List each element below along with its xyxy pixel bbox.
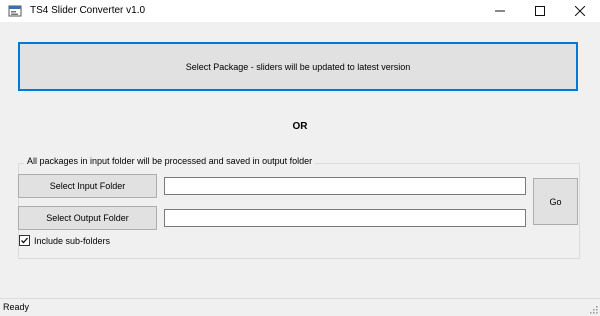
include-subfolders-checkbox[interactable] <box>19 235 30 246</box>
minimize-button[interactable] <box>480 0 520 22</box>
main-panel: Select Package - sliders will be updated… <box>0 22 600 298</box>
maximize-icon <box>535 6 545 16</box>
status-text: Ready <box>3 302 30 312</box>
close-button[interactable] <box>560 0 600 22</box>
output-folder-field[interactable] <box>164 209 526 227</box>
close-icon <box>575 6 585 16</box>
status-bar: Ready <box>0 298 600 316</box>
title-bar[interactable]: TS4 Slider Converter v1.0 <box>0 0 600 22</box>
include-subfolders-row[interactable]: Include sub-folders <box>19 235 110 246</box>
include-subfolders-label: Include sub-folders <box>34 235 111 246</box>
select-input-folder-button[interactable]: Select Input Folder <box>18 174 157 198</box>
input-folder-field[interactable] <box>164 177 526 195</box>
folder-group-legend: All packages in input folder will be pro… <box>24 156 316 166</box>
app-icon <box>8 4 22 18</box>
go-button[interactable]: Go <box>533 178 578 225</box>
resize-grip-icon[interactable] <box>588 304 598 314</box>
or-label: OR <box>292 121 308 132</box>
window-title: TS4 Slider Converter v1.0 <box>30 5 146 16</box>
checkmark-icon <box>21 237 28 244</box>
select-package-button[interactable]: Select Package - sliders will be updated… <box>18 42 578 91</box>
select-output-folder-button[interactable]: Select Output Folder <box>18 206 157 230</box>
maximize-button[interactable] <box>520 0 560 22</box>
minimize-icon <box>495 10 505 12</box>
